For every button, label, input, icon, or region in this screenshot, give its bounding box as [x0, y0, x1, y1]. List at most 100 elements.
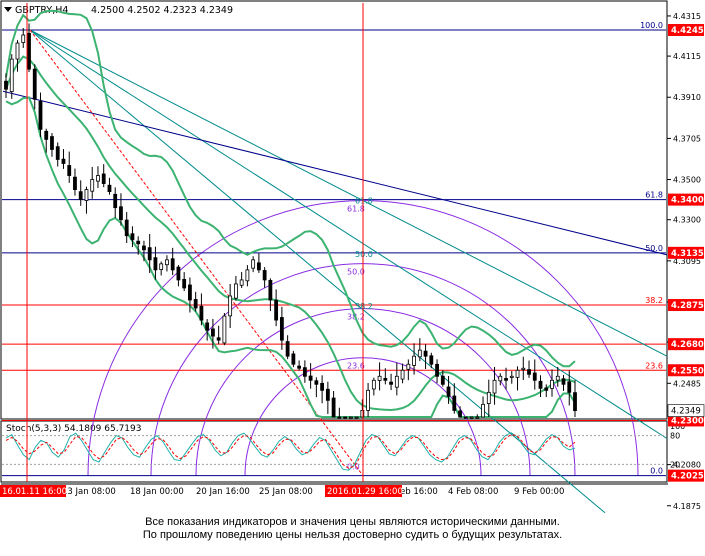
candle-body — [417, 349, 422, 358]
fan-label: 38.2 — [355, 302, 373, 311]
candle-body — [44, 130, 49, 140]
candle-body — [538, 380, 543, 389]
candle-body — [165, 259, 169, 266]
candle-body — [193, 299, 198, 309]
candle-body — [389, 381, 393, 385]
candle-body — [291, 353, 296, 365]
candle-body — [504, 378, 508, 381]
fib-arc-label: 50.0 — [347, 268, 365, 277]
price-tick-label: 4.4115 — [673, 52, 701, 61]
candle-body — [136, 240, 141, 245]
time-tick-label: 25 Jan 08:00 — [259, 487, 313, 497]
candle-body — [429, 355, 434, 365]
time-highlight-label: 2016.01.29 16:00 — [327, 487, 403, 497]
price-level-value: 4.2300 — [671, 416, 704, 426]
candle-body — [176, 266, 181, 281]
candle-body — [9, 58, 14, 92]
candle-body — [90, 179, 95, 192]
fib-level-label: 38.2 — [645, 296, 663, 305]
candle-body — [73, 176, 77, 190]
candle-body — [354, 416, 359, 419]
candle-body — [233, 283, 238, 299]
candle-body — [561, 378, 566, 385]
fib-level-label: 100.0 — [640, 21, 663, 30]
fib-level-label: 0.0 — [650, 467, 663, 476]
candle-body — [343, 416, 348, 419]
time-tick-label: 18 Jan 00:00 — [130, 487, 184, 497]
candle-body — [15, 42, 20, 60]
candle-body — [435, 363, 439, 377]
candle-body — [423, 350, 428, 357]
candle-body — [400, 369, 405, 380]
time-tick-label: 13 Jan 08:00 — [62, 487, 116, 497]
candle-body — [492, 379, 497, 394]
price-tick-label: 4.3910 — [673, 93, 701, 102]
disclaimer-line-1: Все показания индикаторов и значения цен… — [145, 516, 560, 528]
chart-svg: GBPTRY,H4 4.2500 4.2502 4.2323 4.2349 St… — [0, 0, 705, 552]
candle-body — [550, 379, 554, 389]
candle-body — [308, 375, 313, 381]
price-tick-label: 4.2080 — [673, 461, 701, 470]
fib-arc-label: 23.6 — [347, 362, 365, 371]
candle-body — [61, 158, 66, 164]
candle-body — [532, 372, 537, 381]
candle-body — [251, 259, 256, 269]
candle-body — [211, 328, 215, 337]
candle-body — [130, 233, 135, 241]
candle-body — [331, 397, 336, 418]
candle-body — [452, 395, 457, 411]
candle-body — [256, 262, 261, 271]
fib-level-label: 23.6 — [645, 361, 663, 370]
candle-body — [101, 173, 106, 184]
price-level-value: 4.3135 — [671, 249, 704, 259]
candle-body — [463, 416, 468, 419]
candle-body — [573, 392, 577, 412]
price-level-value: 4.2550 — [671, 366, 704, 376]
candle-body — [245, 269, 250, 282]
candle-body — [377, 375, 382, 381]
candle-body — [469, 416, 474, 419]
candle-body — [498, 375, 503, 382]
candle-body — [348, 416, 353, 419]
candle-body — [567, 381, 572, 393]
candle-body — [38, 100, 43, 130]
candle-body — [406, 363, 411, 370]
candle-body — [107, 184, 112, 192]
candle-body — [222, 315, 227, 344]
candle-body — [285, 341, 290, 357]
candle-body — [481, 403, 485, 418]
candle-body — [113, 193, 118, 209]
candle-body — [153, 257, 158, 271]
candle-body — [274, 299, 279, 321]
price-level-value: 4.2875 — [671, 301, 704, 311]
disclaimer-line-2: По прошлому поведению цены нельзя достов… — [142, 529, 563, 541]
candle-body — [458, 410, 462, 418]
current-price-value: 4.2349 — [671, 407, 701, 417]
candle-body — [67, 165, 72, 176]
price-tick-label: 4.2485 — [673, 379, 701, 388]
candle-body — [96, 175, 100, 182]
trading-chart: GBPTRY,H4 4.2500 4.2502 4.2323 4.2349 St… — [0, 0, 705, 552]
candle-body — [268, 280, 273, 301]
candle-body — [78, 191, 83, 201]
candle-body — [21, 34, 26, 43]
candle-body — [84, 189, 89, 201]
fan-label: 61.8 — [355, 197, 373, 206]
candle-body — [188, 284, 192, 301]
time-tick-label: eb 16:00 — [400, 487, 438, 497]
candle-body — [32, 68, 37, 100]
ohlc-label: 4.2500 4.2502 4.2323 4.2349 — [91, 5, 233, 16]
price-level-value: 4.3400 — [671, 196, 704, 206]
candle-body — [521, 367, 526, 370]
candle-body — [262, 270, 267, 281]
candle-body — [320, 382, 325, 391]
price-level-value: 4.2025 — [671, 472, 704, 482]
candle-body — [527, 369, 531, 375]
time-tick-label: 20 Jan 16:00 — [196, 487, 250, 497]
candle-body — [412, 355, 416, 366]
candle-body — [544, 387, 549, 391]
candle-body — [142, 245, 146, 251]
candle-body — [337, 416, 342, 419]
price-tick-label: 4.4315 — [673, 12, 701, 21]
candle-body — [147, 247, 152, 261]
